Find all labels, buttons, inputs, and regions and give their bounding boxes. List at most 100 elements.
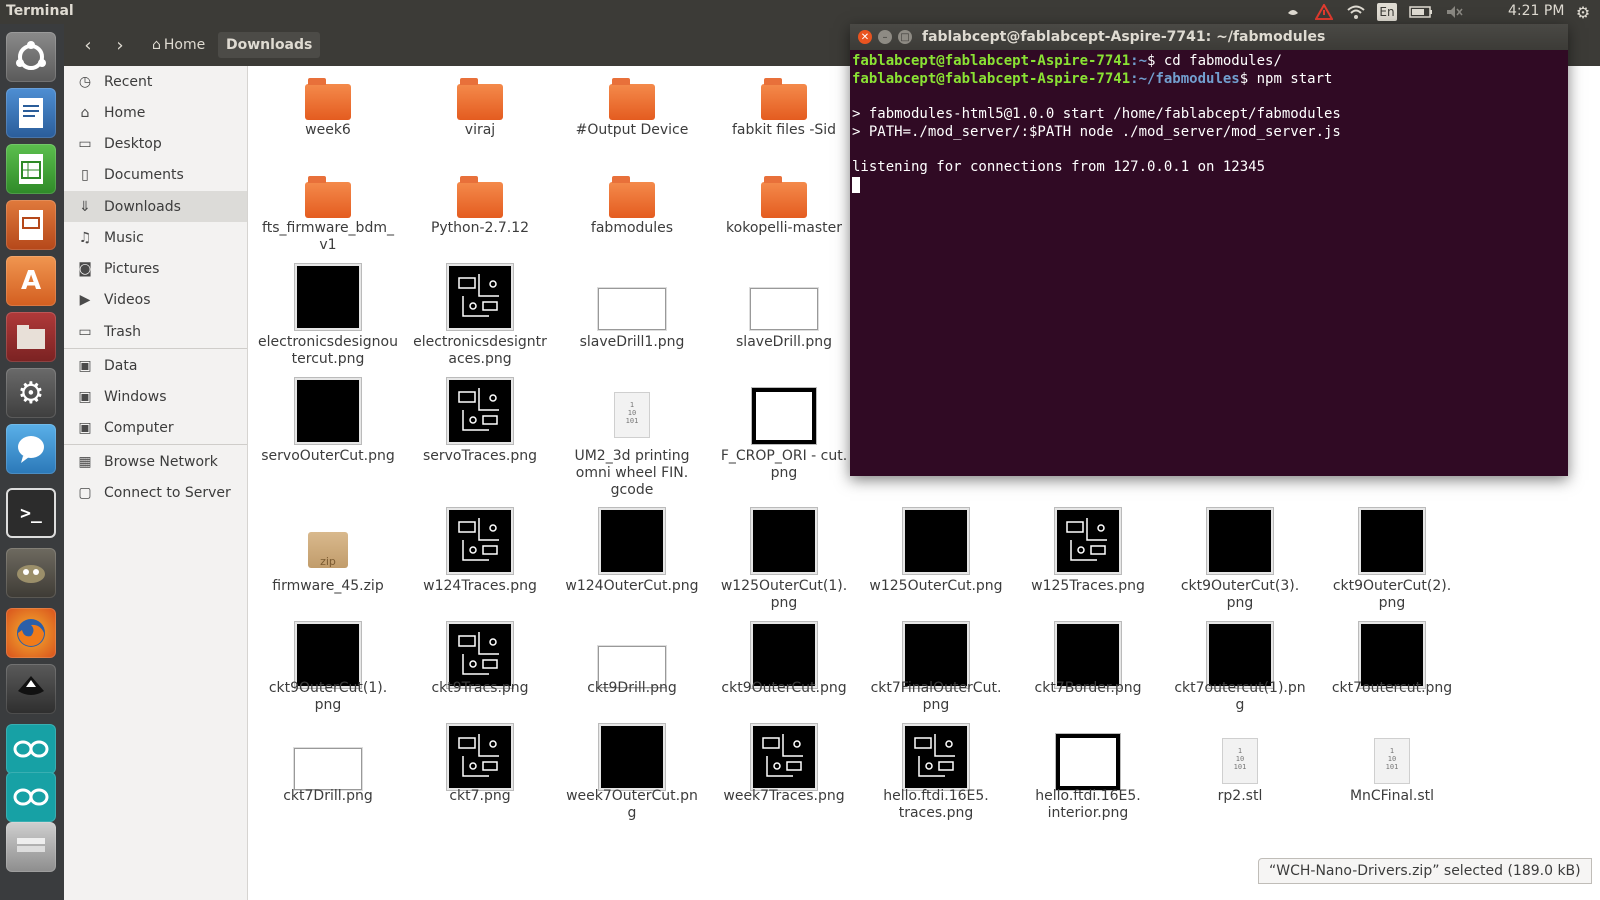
sidebar-item-data[interactable]: ▣ Data bbox=[64, 350, 247, 381]
image-thumbnail bbox=[599, 508, 665, 574]
command-line: $ npm start bbox=[1239, 70, 1333, 87]
sidebar-item-connect-to-server[interactable]: ▢ Connect to Server bbox=[64, 477, 247, 508]
file-name-label: w125OuterCut(1). png bbox=[720, 578, 848, 611]
software-center-icon[interactable]: A bbox=[6, 256, 56, 306]
image-thumbnail bbox=[1207, 508, 1273, 574]
image-thumbnail bbox=[447, 508, 513, 574]
sidebar-item-trash[interactable]: ▭ Trash bbox=[64, 316, 247, 347]
document-icon: 1 10 101 bbox=[614, 392, 650, 438]
sidebar-item-pictures[interactable]: ◙ Pictures bbox=[64, 253, 247, 284]
gear-icon[interactable]: ⚙ bbox=[1572, 0, 1594, 24]
image-thumbnail bbox=[447, 724, 513, 790]
sidebar-item-downloads[interactable]: ⇓ Downloads bbox=[64, 191, 247, 222]
file-name-label: firmware_45.zip bbox=[272, 578, 384, 594]
impress-icon[interactable] bbox=[6, 200, 56, 250]
sidebar-item-browse-network[interactable]: ▦ Browse Network bbox=[64, 446, 247, 477]
sidebar-item-windows[interactable]: ▣ Windows bbox=[64, 381, 247, 412]
sidebar-item-documents[interactable]: ▯ Documents bbox=[64, 159, 247, 190]
arduino-icon[interactable] bbox=[6, 772, 56, 822]
files-icon[interactable] bbox=[6, 312, 56, 362]
wifi-icon[interactable] bbox=[1345, 0, 1367, 24]
terminal-title: fablabcept@fablabcept-Aspire-7741: ~/fab… bbox=[922, 29, 1326, 45]
sidebar-item-videos[interactable]: ▶ Videos bbox=[64, 284, 247, 315]
image-thumbnail bbox=[1055, 622, 1121, 688]
file-name-label: week7Traces.png bbox=[723, 788, 845, 804]
terminal-icon[interactable]: >_ bbox=[6, 488, 56, 538]
selection-status: “WCH-Nano-Drivers.zip” selected (189.0 k… bbox=[1258, 858, 1592, 884]
sidebar-item-label: Documents bbox=[104, 166, 184, 183]
music-icon: ♫ bbox=[78, 229, 92, 246]
volume-muted-icon[interactable] bbox=[1443, 0, 1465, 24]
settings-icon[interactable]: ⚙ bbox=[6, 368, 56, 418]
keyboard-layout-indicator[interactable]: En bbox=[1377, 3, 1397, 21]
sidebar-item-home[interactable]: ⌂ Home bbox=[64, 97, 247, 128]
file-name-label: ckt7outercut(1).png bbox=[1174, 680, 1306, 713]
breadcrumb-downloads[interactable]: Downloads bbox=[218, 32, 321, 58]
forward-button[interactable]: › bbox=[106, 32, 134, 58]
drive-icon: ▣ bbox=[78, 357, 92, 374]
camera-icon: ◙ bbox=[78, 260, 92, 277]
file-name-label: hello.ftdi.16E5. interior.png bbox=[1035, 788, 1141, 821]
home-icon: ⌂ bbox=[152, 37, 161, 53]
sidebar-item-label: Desktop bbox=[104, 135, 162, 152]
terminal-cursor bbox=[852, 176, 860, 193]
empathy-icon[interactable] bbox=[6, 424, 56, 474]
file-name-label: electronicsdesigntr aces.png bbox=[413, 334, 547, 367]
file-name-label: #Output Device bbox=[575, 122, 689, 138]
sidebar-item-label: Pictures bbox=[104, 260, 160, 277]
sidebar-item-label: Data bbox=[104, 357, 138, 374]
image-thumbnail bbox=[1056, 734, 1120, 790]
folder-icon bbox=[761, 176, 807, 218]
terminal-titlebar[interactable]: ✕ – □ fablabcept@fablabcept-Aspire-7741:… bbox=[850, 24, 1568, 50]
writer-icon[interactable] bbox=[6, 88, 56, 138]
sidebar-item-computer[interactable]: ▣ Computer bbox=[64, 412, 247, 443]
file-name-label: ckt9OuterCut.png bbox=[721, 680, 847, 696]
ubuntu-logo-icon[interactable] bbox=[6, 32, 56, 82]
folder-icon bbox=[305, 176, 351, 218]
file-name-label: ckt9OuterCut(1). png bbox=[268, 680, 388, 713]
inkscape-icon[interactable] bbox=[6, 664, 56, 714]
network-icon: ▦ bbox=[78, 453, 92, 470]
video-icon: ▶ bbox=[79, 291, 91, 308]
output-line: > PATH=./mod_server/:$PATH node ./mod_se… bbox=[852, 123, 1341, 140]
breadcrumb-home[interactable]: ⌂ Home bbox=[144, 32, 213, 58]
image-thumbnail bbox=[294, 748, 362, 790]
image-thumbnail bbox=[1207, 622, 1273, 688]
sidebar-item-label: Downloads bbox=[104, 198, 181, 215]
sidebar-item-label: Recent bbox=[104, 73, 153, 90]
file-name-label: kokopelli-master bbox=[726, 220, 842, 236]
battery-icon[interactable] bbox=[1408, 0, 1434, 24]
file-name-label: week6 bbox=[305, 122, 351, 138]
warning-icon[interactable] bbox=[1313, 0, 1335, 24]
image-thumbnail bbox=[1359, 508, 1425, 574]
file-name-label: w124Traces.png bbox=[423, 578, 537, 594]
file-name-label: ckt7outercut.png bbox=[1331, 680, 1453, 696]
calc-icon[interactable] bbox=[6, 144, 56, 194]
top-panel: Terminal En 4:21 PM ⚙ bbox=[0, 0, 1600, 24]
minimize-button[interactable]: – bbox=[878, 30, 892, 44]
disk-icon[interactable] bbox=[6, 822, 56, 872]
sidebar-divider bbox=[64, 444, 247, 445]
file-name-label: w125OuterCut.png bbox=[869, 578, 1003, 594]
dropbox-icon[interactable] bbox=[1282, 0, 1304, 24]
sidebar-item-recent[interactable]: ◷ Recent bbox=[64, 66, 247, 97]
sidebar-item-desktop[interactable]: ▭ Desktop bbox=[64, 128, 247, 159]
sidebar-item-label: Windows bbox=[104, 388, 167, 405]
sidebar-item-music[interactable]: ♫ Music bbox=[64, 222, 247, 253]
back-button[interactable]: ‹ bbox=[74, 32, 102, 58]
trash-icon: ▭ bbox=[78, 323, 92, 340]
file-name-label: ckt7Border.png bbox=[1034, 680, 1142, 696]
firefox-icon[interactable] bbox=[6, 608, 56, 658]
arduino-icon[interactable] bbox=[6, 724, 56, 774]
maximize-button[interactable]: □ bbox=[898, 30, 912, 44]
prompt-path: :~ bbox=[1130, 53, 1148, 69]
terminal-window[interactable]: ✕ – □ fablabcept@fablabcept-Aspire-7741:… bbox=[850, 24, 1568, 476]
terminal-output[interactable]: fablabcept@fablabcept-Aspire-7741:~$ cd … bbox=[852, 53, 1341, 195]
image-thumbnail bbox=[295, 378, 361, 444]
clock[interactable]: 4:21 PM bbox=[1508, 3, 1564, 19]
file-name-label: ckt7FinalOuterCut. png bbox=[870, 680, 1002, 713]
image-thumbnail bbox=[751, 622, 817, 688]
close-button[interactable]: ✕ bbox=[858, 30, 872, 44]
gimp-icon[interactable] bbox=[6, 548, 56, 598]
sidebar-item-label: Connect to Server bbox=[104, 484, 231, 501]
